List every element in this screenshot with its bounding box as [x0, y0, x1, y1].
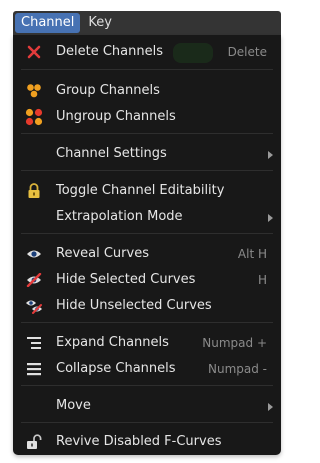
shortcut: Numpad +: [202, 336, 267, 350]
channel-menu: Delete Channels Delete Group Channels Un…: [13, 35, 281, 455]
menu-item-move[interactable]: Move: [13, 395, 281, 417]
hide-selected-icon: [25, 271, 43, 289]
submenu-arrow-icon: [268, 403, 273, 411]
menu-item-label: Move: [56, 398, 91, 413]
menu-item-channel-settings[interactable]: Channel Settings: [13, 143, 281, 165]
menu-item-label: Extrapolation Mode: [56, 209, 183, 224]
separator: [21, 422, 273, 423]
separator: [21, 322, 273, 323]
expand-icon: [25, 334, 43, 352]
separator: [21, 385, 273, 386]
menu-item-label: Channel Settings: [56, 146, 167, 161]
separator: [21, 170, 273, 171]
menu-item-extrapolation-mode[interactable]: Extrapolation Mode: [13, 206, 281, 228]
shortcut: Delete: [227, 45, 267, 59]
menu-item-delete-channels[interactable]: Delete Channels Delete: [13, 41, 281, 63]
submenu-arrow-icon: [268, 214, 273, 222]
group-icon: [25, 82, 43, 100]
hide-unselected-icon: [25, 297, 43, 315]
submenu-arrow-icon: [268, 151, 273, 159]
separator: [21, 69, 273, 70]
menu-bar: Channel Key: [13, 11, 281, 35]
menu-item-label: Delete Channels: [56, 44, 163, 59]
ungroup-icon: [25, 108, 43, 126]
unlock-icon: [25, 433, 43, 451]
separator: [21, 233, 273, 234]
lock-icon: [25, 182, 43, 200]
shortcut: Alt H: [237, 247, 267, 261]
menu-item-label: Group Channels: [56, 83, 160, 98]
menu-item-collapse-channels[interactable]: Collapse Channels Numpad -: [13, 358, 281, 380]
menu-item-label: Toggle Channel Editability: [56, 183, 225, 198]
menu-item-group-channels[interactable]: Group Channels: [13, 80, 281, 102]
screenshot-root: Channel Key Delete Channels Delete Group…: [0, 0, 292, 463]
menu-item-label: Ungroup Channels: [56, 109, 176, 124]
menu-item-label: Reveal Curves: [56, 246, 149, 261]
menu-item-label: Collapse Channels: [56, 361, 176, 376]
menu-item-expand-channels[interactable]: Expand Channels Numpad +: [13, 332, 281, 354]
menu-item-label: Expand Channels: [56, 335, 169, 350]
eye-icon: [25, 245, 43, 263]
x-icon: [25, 43, 43, 61]
collapse-icon: [25, 360, 43, 378]
tab-channel[interactable]: Channel: [15, 13, 81, 33]
menu-item-label: Hide Selected Curves: [56, 272, 196, 287]
menu-item-label: Revive Disabled F-Curves: [56, 434, 222, 449]
menu-item-hide-selected-curves[interactable]: Hide Selected Curves H: [13, 269, 281, 291]
menu-item-hide-unselected-curves[interactable]: Hide Unselected Curves: [13, 295, 281, 317]
shortcut: Numpad -: [207, 362, 267, 376]
menu-item-ungroup-channels[interactable]: Ungroup Channels: [13, 106, 281, 128]
menu-item-label: Hide Unselected Curves: [56, 298, 212, 313]
menu-item-revive-disabled-f-curves[interactable]: Revive Disabled F-Curves: [13, 431, 281, 453]
menu-item-toggle-channel-editability[interactable]: Toggle Channel Editability: [13, 180, 281, 202]
tab-key[interactable]: Key: [82, 13, 118, 33]
menu-item-reveal-curves[interactable]: Reveal Curves Alt H: [13, 243, 281, 265]
separator: [21, 133, 273, 134]
shortcut: H: [257, 273, 267, 287]
